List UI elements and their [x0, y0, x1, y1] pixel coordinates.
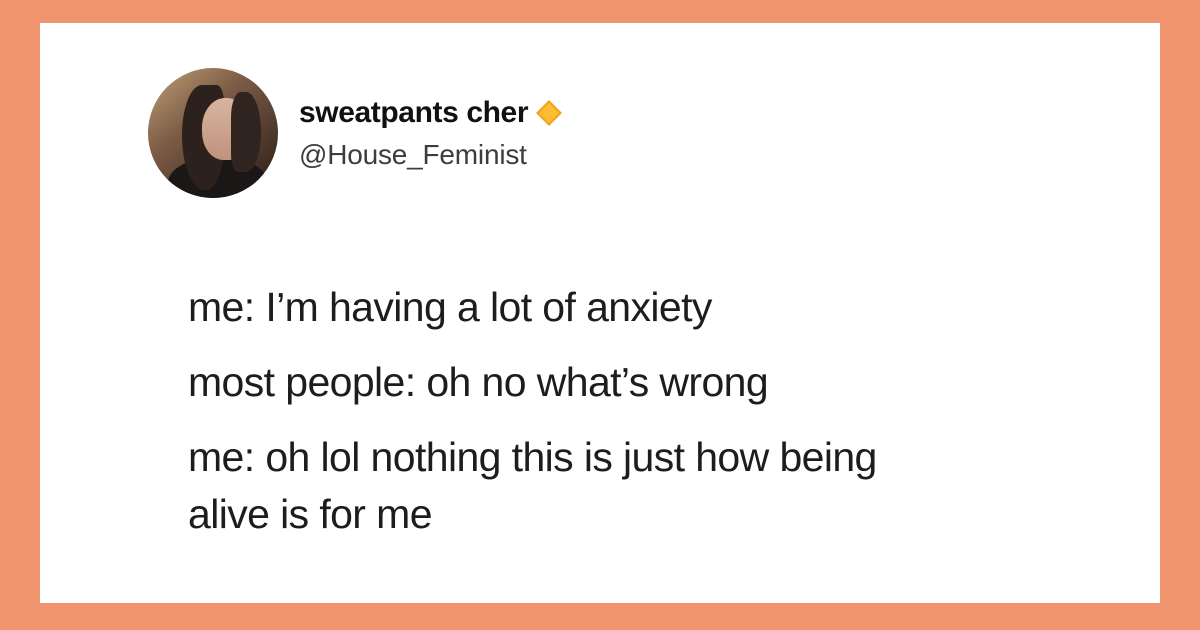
tweet-line: me: I’m having a lot of anxiety — [188, 284, 712, 330]
name-row: sweatpants cher — [299, 94, 563, 132]
avatar[interactable] — [148, 68, 278, 198]
tweet-text: me: I’m having a lot of anxiety most peo… — [188, 279, 1118, 543]
tweet-card: sweatpants cher @House_Feminist me: I’m … — [40, 23, 1160, 603]
tweet-header: sweatpants cher @House_Feminist — [148, 68, 563, 198]
display-name[interactable]: sweatpants cher — [299, 94, 528, 132]
tweet-line: me: oh lol nothing this is just how bein… — [188, 434, 877, 480]
tweet-line: most people: oh no what’s wrong — [188, 359, 769, 405]
user-meta: sweatpants cher @House_Feminist — [299, 94, 563, 172]
avatar-hair-right — [231, 92, 261, 172]
tweet-line: alive is for me — [188, 491, 433, 537]
user-handle[interactable]: @House_Feminist — [299, 138, 563, 172]
verified-icon — [536, 100, 563, 126]
image-frame: sweatpants cher @House_Feminist me: I’m … — [0, 0, 1200, 630]
